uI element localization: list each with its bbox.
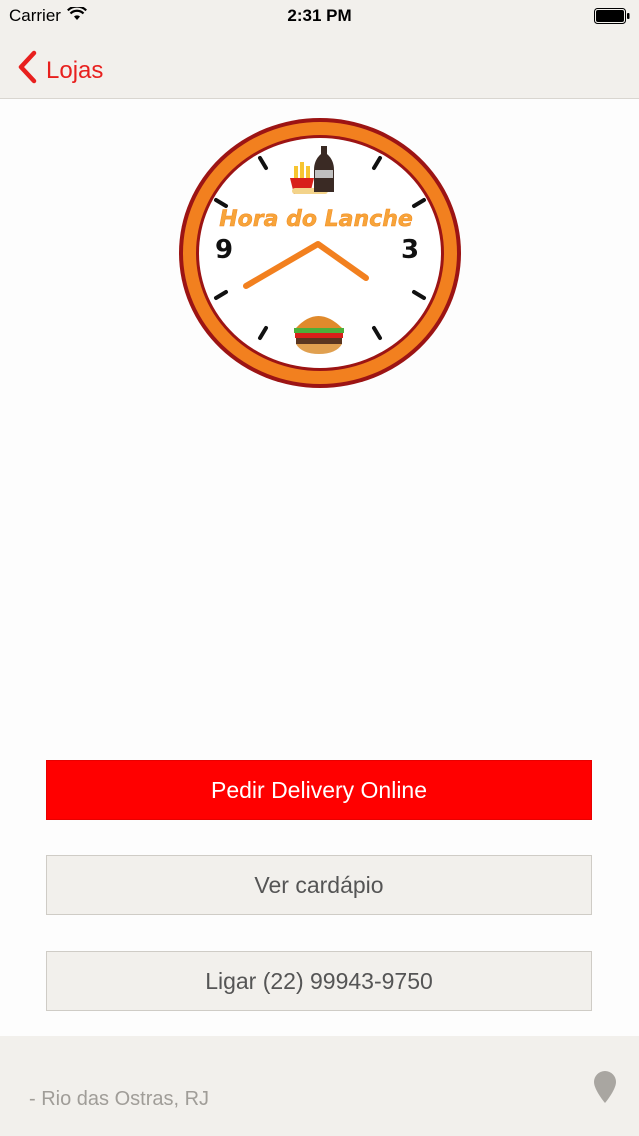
back-label: Lojas (46, 56, 104, 84)
call-store-label: Ligar (22) 99943-9750 (205, 967, 433, 994)
status-time: 2:31 PM (287, 6, 352, 25)
view-menu-label: Ver cardápio (254, 871, 384, 898)
view-menu-button[interactable]: Ver cardápio (46, 855, 592, 915)
call-store-button[interactable]: Ligar (22) 99943-9750 (46, 951, 592, 1011)
store-logo: 9 3 Hora do Lanche (176, 116, 464, 392)
logo-title: Hora do Lanche (219, 207, 413, 232)
navigation-bar: Lojas (0, 34, 639, 99)
battery-icon (594, 8, 630, 24)
store-address: - Rio das Ostras, RJ (29, 1088, 210, 1110)
order-delivery-label: Pedir Delivery Online (210, 776, 428, 803)
clock-numeral-3: 3 (401, 235, 419, 265)
order-delivery-button[interactable]: Pedir Delivery Online (46, 760, 592, 820)
status-bar: Carrier 2:31 PM (0, 0, 639, 34)
location-footer: - Rio das Ostras, RJ (0, 1036, 639, 1136)
map-pin-icon[interactable] (593, 1070, 617, 1104)
clock-numeral-9: 9 (215, 235, 233, 265)
back-button[interactable]: Lojas (16, 50, 103, 91)
store-detail-screen: Carrier 2:31 PM Lojas 9 3 Hora do Lanche… (0, 0, 639, 1136)
chevron-left-icon (16, 50, 46, 91)
